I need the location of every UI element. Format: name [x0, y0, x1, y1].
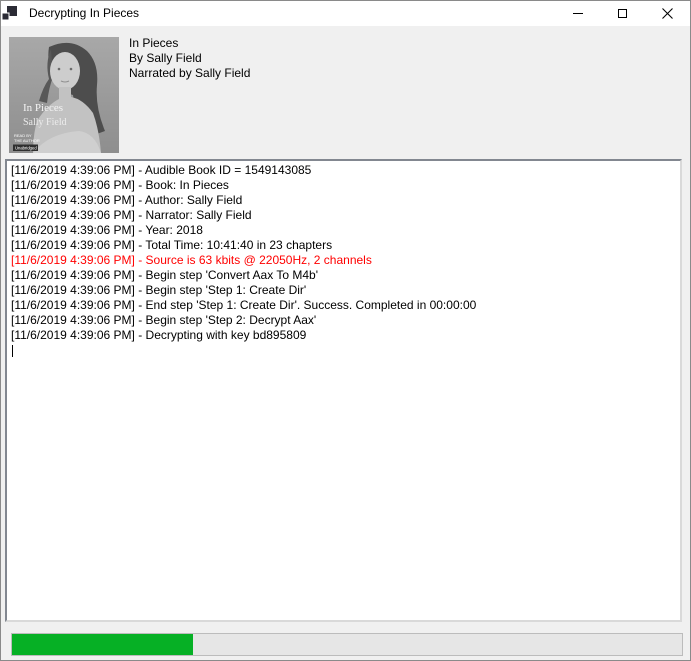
log-line: [11/6/2019 4:39:06 PM] - Total Time: 10:… — [11, 238, 680, 253]
log-line: [11/6/2019 4:39:06 PM] - Begin step 'Ste… — [11, 283, 680, 298]
title-bar[interactable]: Decrypting In Pieces — [1, 1, 690, 26]
book-author-label: By Sally Field — [129, 51, 250, 66]
progress-fill — [12, 634, 193, 655]
log-line: [11/6/2019 4:39:06 PM] - Narrator: Sally… — [11, 208, 680, 223]
book-title-label: In Pieces — [129, 36, 250, 51]
window-title: Decrypting In Pieces — [29, 1, 139, 26]
maximize-icon — [618, 9, 627, 18]
progress-bar — [11, 633, 683, 656]
log-lines: [11/6/2019 4:39:06 PM] - Audible Book ID… — [11, 163, 680, 343]
app-icon — [2, 5, 18, 21]
log-line: [11/6/2019 4:39:06 PM] - Author: Sally F… — [11, 193, 680, 208]
close-icon — [662, 8, 673, 19]
log-line: [11/6/2019 4:39:06 PM] - End step 'Step … — [11, 298, 680, 313]
minimize-button[interactable] — [555, 1, 600, 26]
book-cover-image: In Pieces Sally Field READ BY THE AUTHOR… — [9, 37, 119, 153]
log-line: [11/6/2019 4:39:06 PM] - Begin step 'Con… — [11, 268, 680, 283]
book-info: In Pieces By Sally Field Narrated by Sal… — [129, 36, 250, 81]
log-line: [11/6/2019 4:39:06 PM] - Audible Book ID… — [11, 163, 680, 178]
log-line: [11/6/2019 4:39:06 PM] - Decrypting with… — [11, 328, 680, 343]
app-window: Decrypting In Pieces — [0, 0, 691, 661]
maximize-button[interactable] — [600, 1, 645, 26]
minimize-icon — [573, 13, 583, 14]
cover-readby-line2: THE AUTHOR — [14, 138, 40, 143]
log-line: [11/6/2019 4:39:06 PM] - Source is 63 kb… — [11, 253, 680, 268]
book-narrator-label: Narrated by Sally Field — [129, 66, 250, 81]
log-textbox[interactable]: [11/6/2019 4:39:06 PM] - Audible Book ID… — [5, 159, 682, 622]
log-line: [11/6/2019 4:39:06 PM] - Begin step 'Ste… — [11, 313, 680, 328]
cover-author-text: Sally Field — [23, 117, 67, 128]
cover-edition-badge: Unabridged — [15, 146, 37, 151]
close-button[interactable] — [645, 1, 690, 26]
log-line: [11/6/2019 4:39:06 PM] - Year: 2018 — [11, 223, 680, 238]
text-cursor — [12, 345, 13, 357]
cover-title-text: In Pieces — [23, 102, 63, 114]
client-area: In Pieces Sally Field READ BY THE AUTHOR… — [1, 26, 690, 660]
log-line: [11/6/2019 4:39:06 PM] - Book: In Pieces — [11, 178, 680, 193]
caption-buttons — [555, 1, 690, 26]
